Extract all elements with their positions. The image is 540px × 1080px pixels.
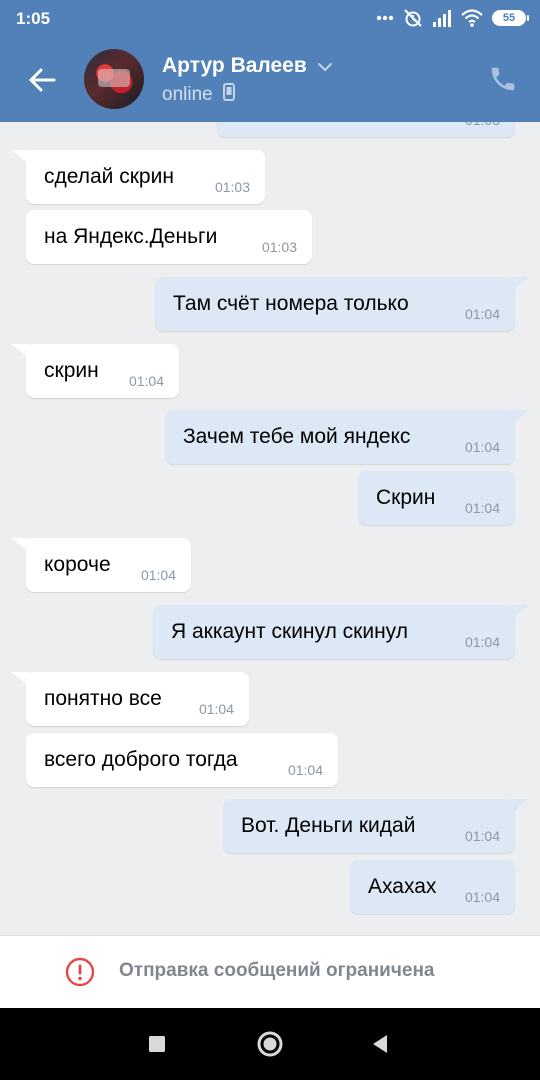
message-time: 01:04 xyxy=(198,701,234,717)
circle-icon xyxy=(254,1031,286,1064)
message-text: Скрин xyxy=(376,486,436,509)
back-button[interactable] xyxy=(24,62,60,98)
system-navigation-bar xyxy=(0,1008,540,1080)
phone-icon xyxy=(488,67,518,98)
mobile-icon xyxy=(222,83,235,107)
message-time: 01:04 xyxy=(464,439,500,455)
message-text: всего доброго тогда xyxy=(44,748,238,771)
message-text: на Яндекс.Деньги xyxy=(44,225,218,248)
contact-status-line: online xyxy=(162,83,235,107)
message-text: понятно все xyxy=(44,687,162,710)
message-bubble-outgoing[interactable]: Там счёт номера только 01:04 xyxy=(155,277,515,331)
message-time: 01:04 xyxy=(464,889,500,905)
message-text: короче xyxy=(44,553,111,576)
message-bubble-outgoing[interactable]: Зачем тебе мой яндекс 01:04 xyxy=(165,410,515,464)
nav-recents-button[interactable] xyxy=(141,1028,173,1060)
message-text: сделай скрин xyxy=(44,165,174,188)
triangle-icon xyxy=(364,1035,396,1064)
message-time: 01:03 xyxy=(214,179,250,195)
status-icons: 55 xyxy=(376,8,529,28)
message-bubble-outgoing[interactable]: Вот. Деньги кидай 01:04 xyxy=(223,799,515,853)
message-text: Вот. Деньги кидай xyxy=(241,814,416,837)
contact-status: online xyxy=(162,84,213,105)
message-time: 01:04 xyxy=(464,306,500,322)
more-dots-icon xyxy=(376,15,394,21)
message-time: 01:04 xyxy=(464,500,500,516)
message-text: скрин xyxy=(44,359,99,382)
signal-icon xyxy=(432,9,452,27)
nav-back-button[interactable] xyxy=(364,1028,396,1060)
message-time: 01:03 xyxy=(261,239,297,255)
message-time: 01:04 xyxy=(464,828,500,844)
message-time: 01:04 xyxy=(128,373,164,389)
message-text: Я аккаунт скинул скинул xyxy=(171,620,408,643)
message-bubble-incoming[interactable]: сделай скрин 01:03 xyxy=(26,150,265,204)
call-button[interactable] xyxy=(488,64,518,94)
avatar[interactable] xyxy=(84,49,144,109)
messaging-restricted-bar: Отправка сообщений ограничена xyxy=(0,935,540,1008)
message-bubble-incoming[interactable]: скрин 01:04 xyxy=(26,344,179,398)
restricted-notice: Отправка сообщений ограничена xyxy=(119,960,435,981)
nav-home-button[interactable] xyxy=(254,1028,286,1060)
message-bubble-outgoing[interactable]: Скрин 01:04 xyxy=(358,471,515,525)
message-bubble-incoming[interactable]: короче 01:04 xyxy=(26,538,191,592)
battery-icon: 55 xyxy=(492,10,529,26)
square-icon xyxy=(141,1036,173,1064)
message-bubble-outgoing[interactable]: Ахахах 01:04 xyxy=(350,860,515,914)
wifi-icon xyxy=(461,9,483,27)
chat-header: 1:05 55 Артур Валеев online xyxy=(0,0,540,122)
message-bubble-incoming[interactable]: на Яндекс.Деньги 01:03 xyxy=(26,210,312,264)
alarm-off-icon xyxy=(403,8,423,28)
contact-name: Артур Валеев xyxy=(162,54,307,77)
contact-title[interactable]: Артур Валеев xyxy=(162,54,333,78)
message-bubble-outgoing[interactable]: Я аккаунт скинул скинул 01:04 xyxy=(153,605,515,659)
arrow-left-icon xyxy=(24,68,60,102)
message-text: Там счёт номера только xyxy=(173,292,409,315)
chevron-down-icon xyxy=(317,54,333,78)
message-time: 01:04 xyxy=(140,567,176,583)
status-bar: 1:05 55 xyxy=(0,0,540,38)
exclamation-circle-icon xyxy=(65,957,95,987)
message-text: Ахахах xyxy=(368,875,437,898)
message-time: 01:04 xyxy=(287,762,323,778)
message-text: Зачем тебе мой яндекс xyxy=(183,425,411,448)
message-time: 01:04 xyxy=(464,634,500,650)
message-bubble-incoming[interactable]: понятно все 01:04 xyxy=(26,672,249,726)
message-list[interactable]: 01:03 сделай скрин 01:03 на Яндекс.Деньг… xyxy=(0,0,540,935)
status-time: 1:05 xyxy=(16,9,51,28)
message-bubble-incoming[interactable]: всего доброго тогда 01:04 xyxy=(26,733,338,787)
